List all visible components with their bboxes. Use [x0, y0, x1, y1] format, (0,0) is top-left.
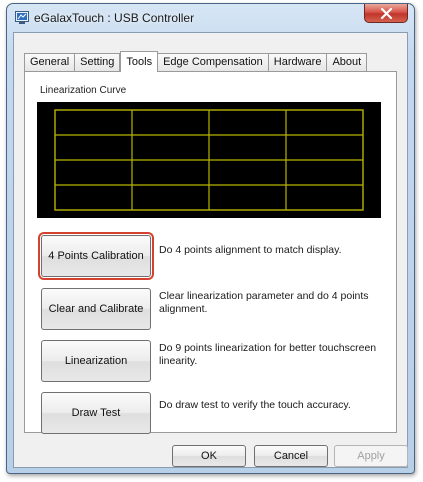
- four-points-calibration-button[interactable]: 4 Points Calibration: [38, 232, 154, 280]
- title-bar[interactable]: eGalaxTouch : USB Controller: [7, 4, 414, 32]
- tab-about[interactable]: About: [327, 53, 368, 71]
- close-icon: [380, 8, 393, 19]
- linearization-grid: [54, 109, 364, 211]
- cancel-button[interactable]: Cancel: [254, 445, 328, 467]
- tab-general[interactable]: General: [24, 53, 76, 71]
- apply-button[interactable]: Apply: [334, 445, 408, 467]
- dialog-window: eGalaxTouch : USB Controller General Set…: [6, 3, 415, 474]
- linearization-curve-label: Linearization Curve: [40, 85, 127, 96]
- clear-and-calibrate-description: Clear linearization parameter and do 4 p…: [159, 290, 369, 315]
- linearization-button[interactable]: Linearization: [41, 340, 151, 382]
- tools-tab-panel: Linearization Curve 4 Points Calibration…: [24, 71, 397, 434]
- tab-strip: General Setting Tools Edge Compensation …: [24, 50, 368, 72]
- ok-button[interactable]: OK: [172, 445, 246, 467]
- dialog-client-area: General Setting Tools Edge Compensation …: [13, 32, 408, 468]
- linearization-curve-display: [37, 102, 381, 218]
- linearization-description: Do 9 points linearization for better tou…: [159, 342, 377, 367]
- four-points-calibration-description: Do 4 points alignment to match display.: [159, 244, 342, 256]
- window-title: eGalaxTouch : USB Controller: [34, 11, 195, 25]
- clear-and-calibrate-button[interactable]: Clear and Calibrate: [41, 288, 151, 330]
- tab-setting[interactable]: Setting: [75, 53, 121, 71]
- tab-edge-compensation[interactable]: Edge Compensation: [158, 53, 269, 71]
- draw-test-description: Do draw test to verify the touch accurac…: [159, 399, 351, 411]
- tab-tools[interactable]: Tools: [120, 51, 159, 72]
- draw-test-button[interactable]: Draw Test: [41, 392, 151, 434]
- app-icon: [15, 11, 29, 24]
- close-button[interactable]: [364, 4, 408, 23]
- tab-hardware[interactable]: Hardware: [268, 53, 328, 71]
